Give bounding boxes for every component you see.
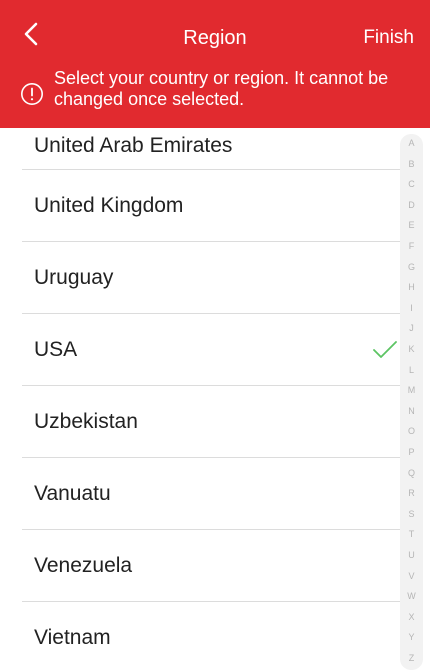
index-letter[interactable]: A (400, 138, 423, 149)
region-row[interactable]: USA (0, 314, 430, 386)
index-letter[interactable]: M (400, 385, 423, 396)
region-label: Vietnam (34, 626, 111, 649)
index-letter[interactable]: X (400, 612, 423, 623)
index-letter[interactable]: V (400, 571, 423, 582)
region-label: USA (34, 338, 78, 361)
back-button[interactable] (18, 18, 46, 50)
exclamation-circle-icon (20, 82, 44, 106)
index-letter[interactable]: P (400, 447, 423, 458)
region-label: Venezuela (34, 554, 133, 577)
index-letter[interactable]: T (400, 529, 423, 540)
region-row[interactable]: Uzbekistan (0, 386, 430, 458)
index-letter[interactable]: E (400, 220, 423, 231)
alphabet-index-bar[interactable]: ABCDEFGHIJKLMNOPQRSTUVWXYZ (400, 134, 423, 670)
index-letter[interactable]: W (400, 591, 423, 602)
index-letter[interactable]: D (400, 200, 423, 211)
finish-button[interactable]: Finish (363, 26, 414, 50)
index-letter[interactable]: H (400, 282, 423, 293)
index-letter[interactable]: L (400, 365, 423, 376)
index-letter[interactable]: O (400, 426, 423, 437)
region-row[interactable]: United Arab Emirates (0, 128, 430, 170)
index-letter[interactable]: I (400, 303, 423, 314)
chevron-left-icon (18, 18, 46, 50)
index-letter[interactable]: Z (400, 653, 423, 664)
index-letter[interactable]: G (400, 262, 423, 273)
region-label: Uzbekistan (34, 410, 138, 433)
index-letter[interactable]: R (400, 488, 423, 499)
region-label: United Kingdom (34, 194, 184, 217)
region-row[interactable]: Uruguay (0, 242, 430, 314)
index-letter[interactable]: K (400, 344, 423, 355)
index-letter[interactable]: B (400, 159, 423, 170)
region-row[interactable]: Venezuela (0, 530, 430, 602)
region-list[interactable]: United Arab Emirates United Kingdom Urugua… (0, 128, 430, 672)
checkmark-icon (372, 340, 398, 360)
index-letter[interactable]: C (400, 179, 423, 190)
region-row[interactable]: United Kingdom (0, 170, 430, 242)
region-row[interactable]: Vietnam (0, 602, 430, 672)
index-letter[interactable]: N (400, 406, 423, 417)
region-label: Vanuatu (34, 482, 111, 505)
notice-text: Select your country or region. It cannot… (54, 68, 389, 109)
region-row[interactable]: Vanuatu (0, 458, 430, 530)
region-screen: Region Finish Select your country or reg… (0, 0, 430, 672)
index-letter[interactable]: U (400, 550, 423, 561)
region-label: United Arab Emirates (34, 134, 233, 157)
index-letter[interactable]: S (400, 509, 423, 520)
index-letter[interactable]: F (400, 241, 423, 252)
region-label: Uruguay (34, 266, 114, 289)
index-letter[interactable]: Y (400, 632, 423, 643)
index-letter[interactable]: Q (400, 468, 423, 479)
notice-banner: Select your country or region. It cannot… (0, 60, 430, 128)
index-letter[interactable]: J (400, 323, 423, 334)
